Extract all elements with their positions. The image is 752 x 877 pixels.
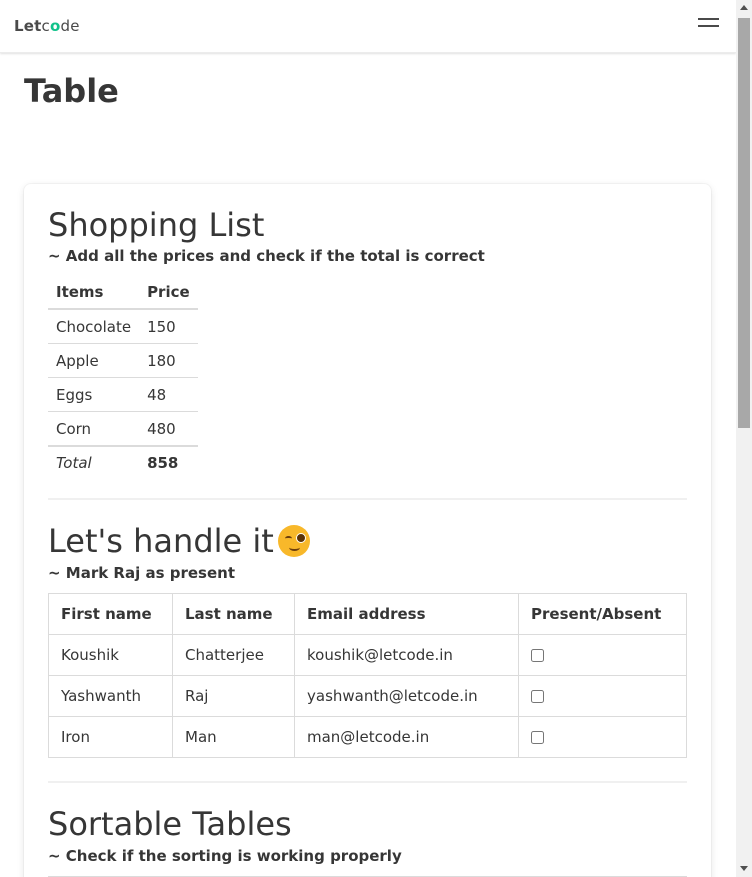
winking-face-emoji-icon [277, 525, 310, 557]
scroll-up-arrow-icon[interactable] [740, 5, 748, 10]
last-name-cell: Man [172, 716, 295, 758]
page-title: Table [24, 72, 119, 110]
present-checkbox-koushik[interactable] [531, 649, 544, 662]
present-cell [518, 675, 687, 717]
shopping-list-subtitle: ~ Add all the prices and check if the to… [48, 247, 485, 265]
item-cell: Chocolate [48, 309, 140, 344]
sortable-tables-subtitle: ~ Check if the sorting is working proper… [48, 847, 402, 865]
header-price: Price [139, 276, 198, 310]
present-checkbox-yashwanth[interactable] [531, 690, 544, 703]
burger-line [698, 25, 719, 27]
header-last-name: Last name [172, 593, 295, 635]
shopping-table: Items Price Chocolate 150 Apple 180 Eggs… [48, 276, 198, 479]
total-label: Total [48, 445, 140, 479]
present-cell [518, 716, 687, 758]
burger-line [698, 18, 719, 20]
table-row: Koushik Chatterjee koushik@letcode.in [48, 634, 687, 676]
navbar: Letcode [0, 0, 736, 53]
total-row: Total 858 [48, 445, 198, 479]
header-present-absent: Present/Absent [518, 593, 687, 635]
first-name-cell: Yashwanth [48, 675, 173, 717]
scrollbar-thumb[interactable] [738, 18, 750, 428]
hamburger-menu-icon[interactable] [698, 17, 719, 29]
price-cell: 180 [139, 343, 198, 378]
sortable-tables-title: Sortable Tables [48, 805, 292, 843]
letcode-logo[interactable]: Letcode [14, 17, 80, 35]
first-name-cell: Koushik [48, 634, 173, 676]
attendance-table: First name Last name Email address Prese… [48, 593, 687, 758]
first-name-cell: Iron [48, 716, 173, 758]
total-value: 858 [139, 445, 198, 479]
shopping-list-title: Shopping List [48, 206, 265, 244]
last-name-cell: Raj [172, 675, 295, 717]
attendance-header-row: First name Last name Email address Prese… [48, 593, 687, 635]
email-cell: koushik@letcode.in [294, 634, 519, 676]
attendance-title-text: Let's handle it [48, 522, 274, 560]
header-email: Email address [294, 593, 519, 635]
logo-o-text: o [49, 17, 61, 35]
table-row: Corn 480 [48, 411, 198, 447]
header-items: Items [48, 276, 140, 310]
price-cell: 480 [139, 411, 198, 447]
header-first-name: First name [48, 593, 173, 635]
section-divider [48, 781, 687, 783]
present-checkbox-iron[interactable] [531, 731, 544, 744]
logo-de-text: de [60, 17, 80, 35]
last-name-cell: Chatterjee [172, 634, 295, 676]
price-cell: 48 [139, 377, 198, 412]
content-card: Shopping List ~ Add all the prices and c… [24, 184, 711, 877]
logo-c-text: c [41, 17, 50, 35]
item-cell: Eggs [48, 377, 140, 412]
shopping-header-row: Items Price [48, 276, 198, 310]
present-cell [518, 634, 687, 676]
logo-let-text: Let [14, 17, 42, 35]
attendance-subtitle: ~ Mark Raj as present [48, 564, 236, 582]
table-row: Apple 180 [48, 343, 198, 378]
email-cell: yashwanth@letcode.in [294, 675, 519, 717]
scroll-down-arrow-icon[interactable] [740, 866, 748, 871]
table-row: Eggs 48 [48, 377, 198, 412]
table-row: Yashwanth Raj yashwanth@letcode.in [48, 675, 687, 717]
price-cell: 150 [139, 309, 198, 344]
vertical-scrollbar[interactable] [736, 0, 752, 877]
table-row: Iron Man man@letcode.in [48, 716, 687, 758]
email-cell: man@letcode.in [294, 716, 519, 758]
page: Letcode Table Shopping List ~ Add all th… [0, 0, 736, 877]
section-divider [48, 498, 687, 500]
table-row: Chocolate 150 [48, 309, 198, 344]
item-cell: Corn [48, 411, 140, 447]
item-cell: Apple [48, 343, 140, 378]
attendance-title: Let's handle it [48, 522, 310, 560]
